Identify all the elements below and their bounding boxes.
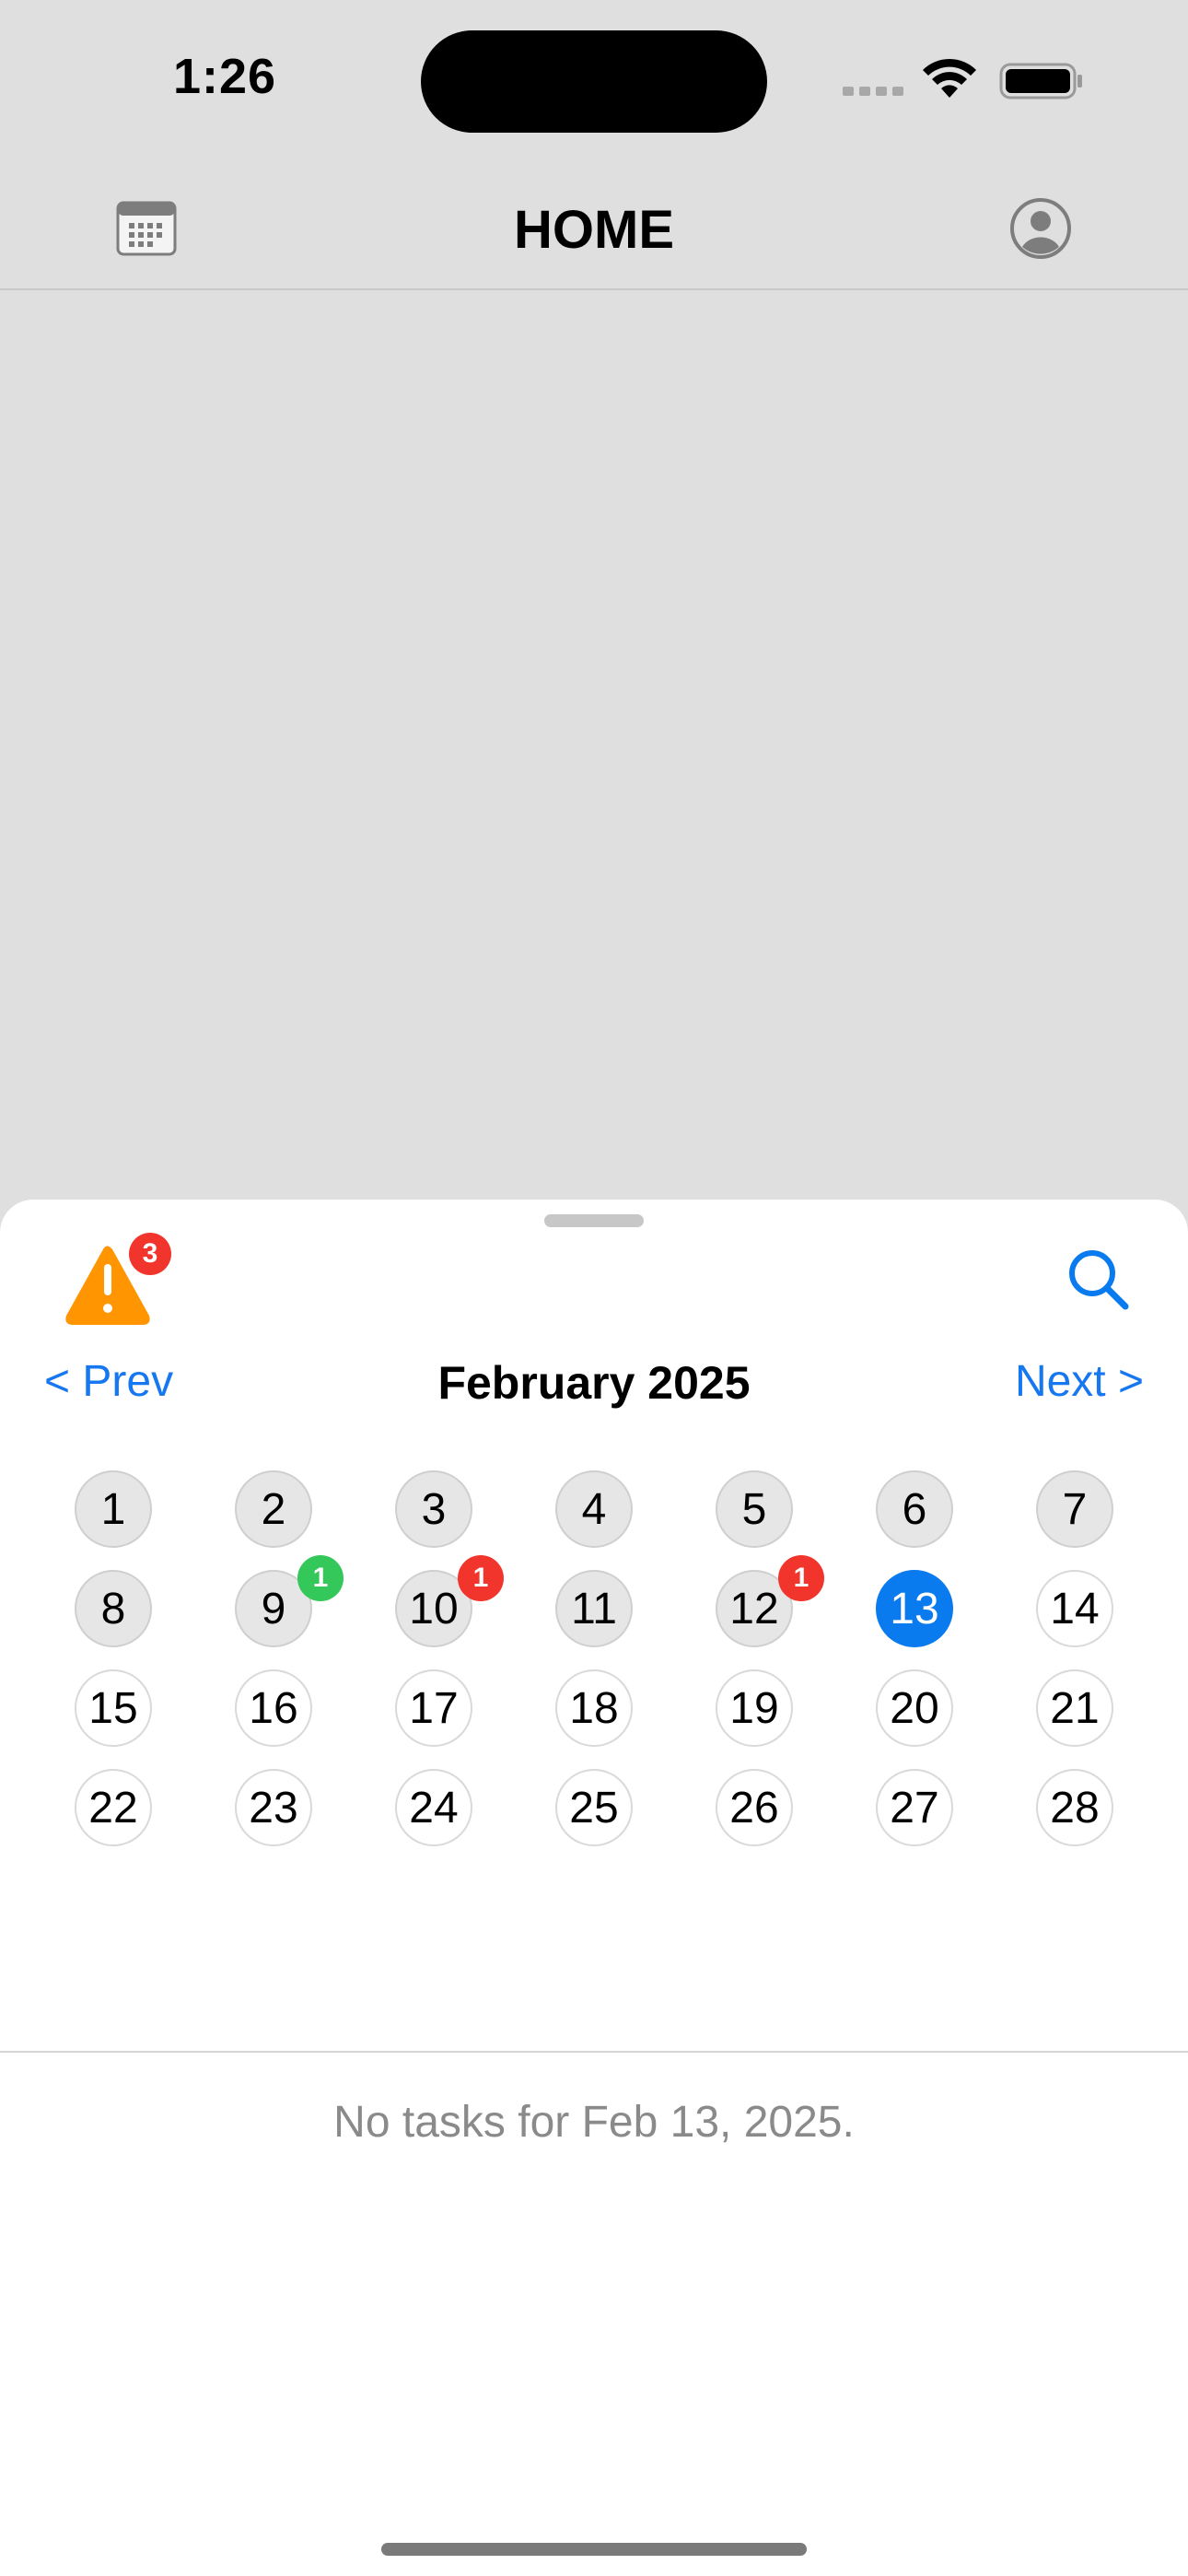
calendar-day[interactable]: 22 <box>75 1769 152 1846</box>
calendar-day[interactable]: 13 <box>876 1570 953 1647</box>
status-time: 1:26 <box>173 49 277 104</box>
calendar-day[interactable]: 21 <box>1036 1669 1113 1747</box>
calendar-day[interactable]: 25 <box>555 1769 633 1846</box>
warning-count-badge: 3 <box>129 1233 171 1275</box>
calendar-day[interactable]: 7 <box>1036 1470 1113 1548</box>
wifi-icon <box>923 58 976 98</box>
profile-icon[interactable] <box>1009 197 1072 260</box>
calendar-day[interactable]: 8 <box>75 1570 152 1647</box>
day-task-badge: 1 <box>297 1555 344 1601</box>
calendar-day[interactable]: 24 <box>395 1769 472 1846</box>
calendar-day[interactable]: 28 <box>1036 1769 1113 1846</box>
calendar-day[interactable]: 6 <box>876 1470 953 1548</box>
calendar-day[interactable]: 11 <box>555 1570 633 1647</box>
calendar-day[interactable]: 20 <box>876 1669 953 1747</box>
day-task-badge: 1 <box>778 1555 824 1601</box>
calendar-day[interactable]: 5 <box>716 1470 793 1548</box>
calendar-day[interactable]: 18 <box>555 1669 633 1747</box>
calendar-day[interactable]: 4 <box>555 1470 633 1548</box>
calendar-day[interactable]: 23 <box>235 1769 312 1846</box>
nav-bar: HOME <box>0 157 1188 290</box>
calendar-day[interactable]: 3 <box>395 1470 472 1548</box>
empty-tasks-message: No tasks for Feb 13, 2025. <box>333 2098 855 2147</box>
cellular-signal-icon <box>843 87 905 96</box>
calendar-day[interactable]: 2 <box>235 1470 312 1548</box>
next-month-button[interactable]: Next > <box>1015 1356 1144 1407</box>
calendar-day[interactable]: 1 <box>75 1470 152 1548</box>
battery-icon <box>999 63 1082 100</box>
divider <box>0 2051 1188 2053</box>
calendar-day[interactable]: 26 <box>716 1769 793 1846</box>
dynamic-island <box>421 30 767 133</box>
month-label: February 2025 <box>437 1357 751 1409</box>
calendar-day[interactable]: 17 <box>395 1669 472 1747</box>
screen: 1:26 HOME 3 < Prev February 2025 Next > … <box>0 0 1188 2576</box>
calendar-day[interactable]: 14 <box>1036 1570 1113 1647</box>
calendar-day[interactable]: 15 <box>75 1669 152 1747</box>
calendar-day[interactable]: 16 <box>235 1669 312 1747</box>
calendar-day[interactable]: 19 <box>716 1669 793 1747</box>
bottom-sheet: 3 < Prev February 2025 Next > 1234567891… <box>0 1200 1188 2576</box>
home-indicator <box>381 2543 807 2556</box>
search-icon[interactable] <box>1065 1246 1131 1312</box>
calendar-day[interactable]: 27 <box>876 1769 953 1846</box>
day-task-badge: 1 <box>458 1555 504 1601</box>
sheet-grabber[interactable] <box>544 1214 644 1227</box>
